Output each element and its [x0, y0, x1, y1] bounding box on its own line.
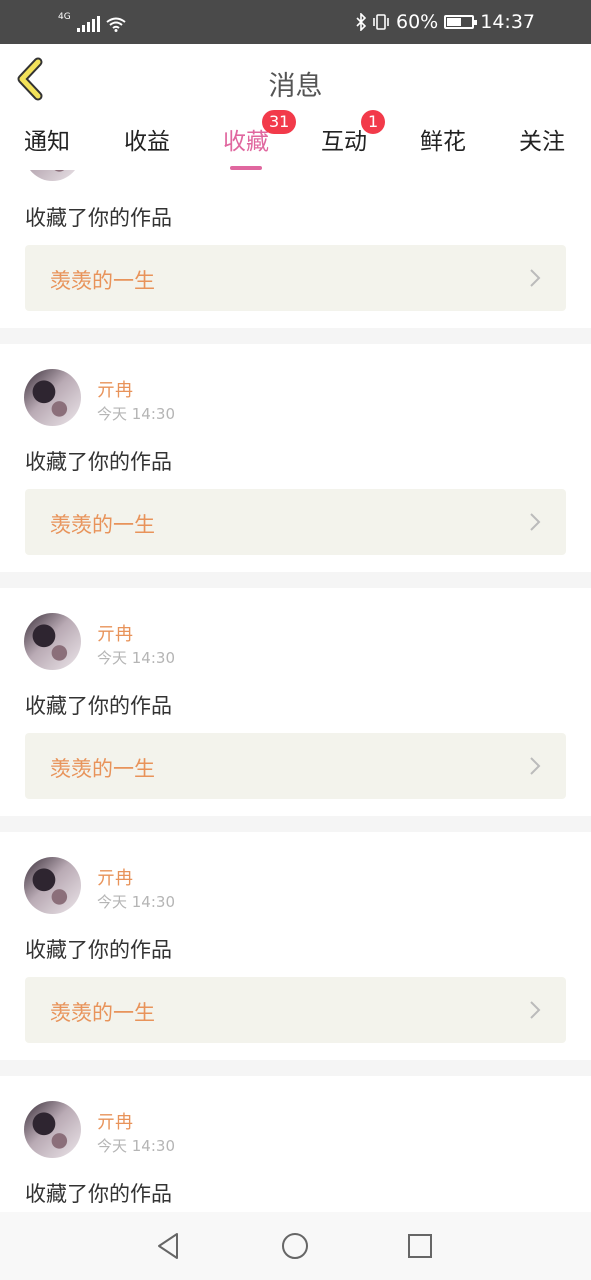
battery-percent: 60% — [396, 11, 439, 33]
tab-label: 收益 — [124, 129, 170, 155]
bluetooth-icon — [356, 13, 366, 31]
wifi-icon — [106, 17, 126, 32]
favorites-count-badge: 31 — [262, 110, 297, 134]
tab-label: 关注 — [519, 129, 565, 155]
avatar[interactable] — [24, 857, 81, 914]
work-title: 羡羡的一生 — [50, 513, 155, 537]
user-name[interactable]: 亓冉 — [97, 864, 133, 890]
tab-favorites[interactable]: 收藏 31 — [201, 110, 297, 170]
chevron-right-icon — [530, 757, 541, 775]
divider — [0, 1060, 591, 1076]
chevron-right-icon — [530, 513, 541, 531]
back-triangle-icon[interactable] — [153, 1230, 185, 1262]
tab-label: 鲜花 — [420, 129, 466, 155]
action-text: 收藏了你的作品 — [25, 938, 172, 962]
title-bar: 消息 — [0, 44, 591, 118]
list-item: 亓冉 今天 14:30 收藏了你的作品 羡羡的一生 — [0, 832, 591, 1060]
system-nav-bar — [0, 1212, 591, 1280]
action-text: 收藏了你的作品 — [25, 1182, 172, 1206]
home-circle-icon[interactable] — [279, 1230, 311, 1262]
avatar[interactable] — [24, 1101, 81, 1158]
clock: 14:37 — [480, 11, 535, 33]
tab-interactions[interactable]: 互动 1 — [299, 110, 389, 170]
user-name[interactable]: 亓冉 — [97, 620, 133, 646]
network-type: 4G — [58, 12, 71, 22]
tab-follows[interactable]: 关注 — [497, 122, 587, 170]
work-link[interactable]: 羡羡的一生 — [25, 977, 566, 1043]
timestamp: 今天 14:30 — [97, 405, 175, 423]
action-text: 收藏了你的作品 — [25, 206, 172, 230]
timestamp: 今天 14:30 — [97, 1137, 175, 1155]
favorites-feed[interactable]: 收藏了你的作品 羡羡的一生 亓冉 今天 14:30 收藏了你的作品 羡羡的一生 … — [0, 170, 591, 1212]
tab-notifications[interactable]: 通知 — [2, 122, 92, 170]
avatar[interactable] — [24, 613, 81, 670]
action-text: 收藏了你的作品 — [25, 450, 172, 474]
avatar[interactable] — [24, 369, 81, 426]
list-item: 收藏了你的作品 羡羡的一生 — [0, 170, 591, 328]
tab-label: 通知 — [24, 129, 70, 155]
battery-icon — [444, 15, 478, 29]
signal-icon — [76, 16, 100, 32]
chevron-right-icon — [530, 269, 541, 287]
tab-label: 互动 — [321, 129, 367, 155]
work-link[interactable]: 羡羡的一生 — [25, 489, 566, 555]
action-text: 收藏了你的作品 — [25, 694, 172, 718]
page-title: 消息 — [268, 71, 323, 102]
tab-bar: 通知 收益 收藏 31 互动 1 鲜花 关注 — [0, 110, 591, 170]
tab-flowers[interactable]: 鲜花 — [398, 122, 488, 170]
status-right: 60% 14:37 — [356, 10, 535, 34]
user-name[interactable]: 亓冉 — [97, 376, 133, 402]
divider — [0, 572, 591, 588]
work-link[interactable]: 羡羡的一生 — [25, 245, 566, 311]
vibrate-icon — [373, 14, 389, 30]
interactions-count-badge: 1 — [361, 110, 386, 134]
list-item: 亓冉 今天 14:30 收藏了你的作品 — [0, 1076, 591, 1212]
work-link[interactable]: 羡羡的一生 — [25, 733, 566, 799]
work-title: 羡羡的一生 — [50, 757, 155, 781]
status-bar: 4G 60% 14:37 — [0, 0, 591, 44]
status-left: 4G — [58, 12, 126, 32]
avatar[interactable] — [24, 170, 81, 181]
work-title: 羡羡的一生 — [50, 269, 155, 293]
chevron-right-icon — [530, 1001, 541, 1019]
tab-earnings[interactable]: 收益 — [102, 122, 192, 170]
timestamp: 今天 14:30 — [97, 893, 175, 911]
recents-square-icon[interactable] — [404, 1230, 436, 1262]
work-title: 羡羡的一生 — [50, 1001, 155, 1025]
divider — [0, 328, 591, 344]
user-name[interactable]: 亓冉 — [97, 1108, 133, 1134]
list-item: 亓冉 今天 14:30 收藏了你的作品 羡羡的一生 — [0, 344, 591, 572]
tab-label: 收藏 — [223, 129, 269, 155]
divider — [0, 816, 591, 832]
list-item: 亓冉 今天 14:30 收藏了你的作品 羡羡的一生 — [0, 588, 591, 816]
timestamp: 今天 14:30 — [97, 649, 175, 667]
